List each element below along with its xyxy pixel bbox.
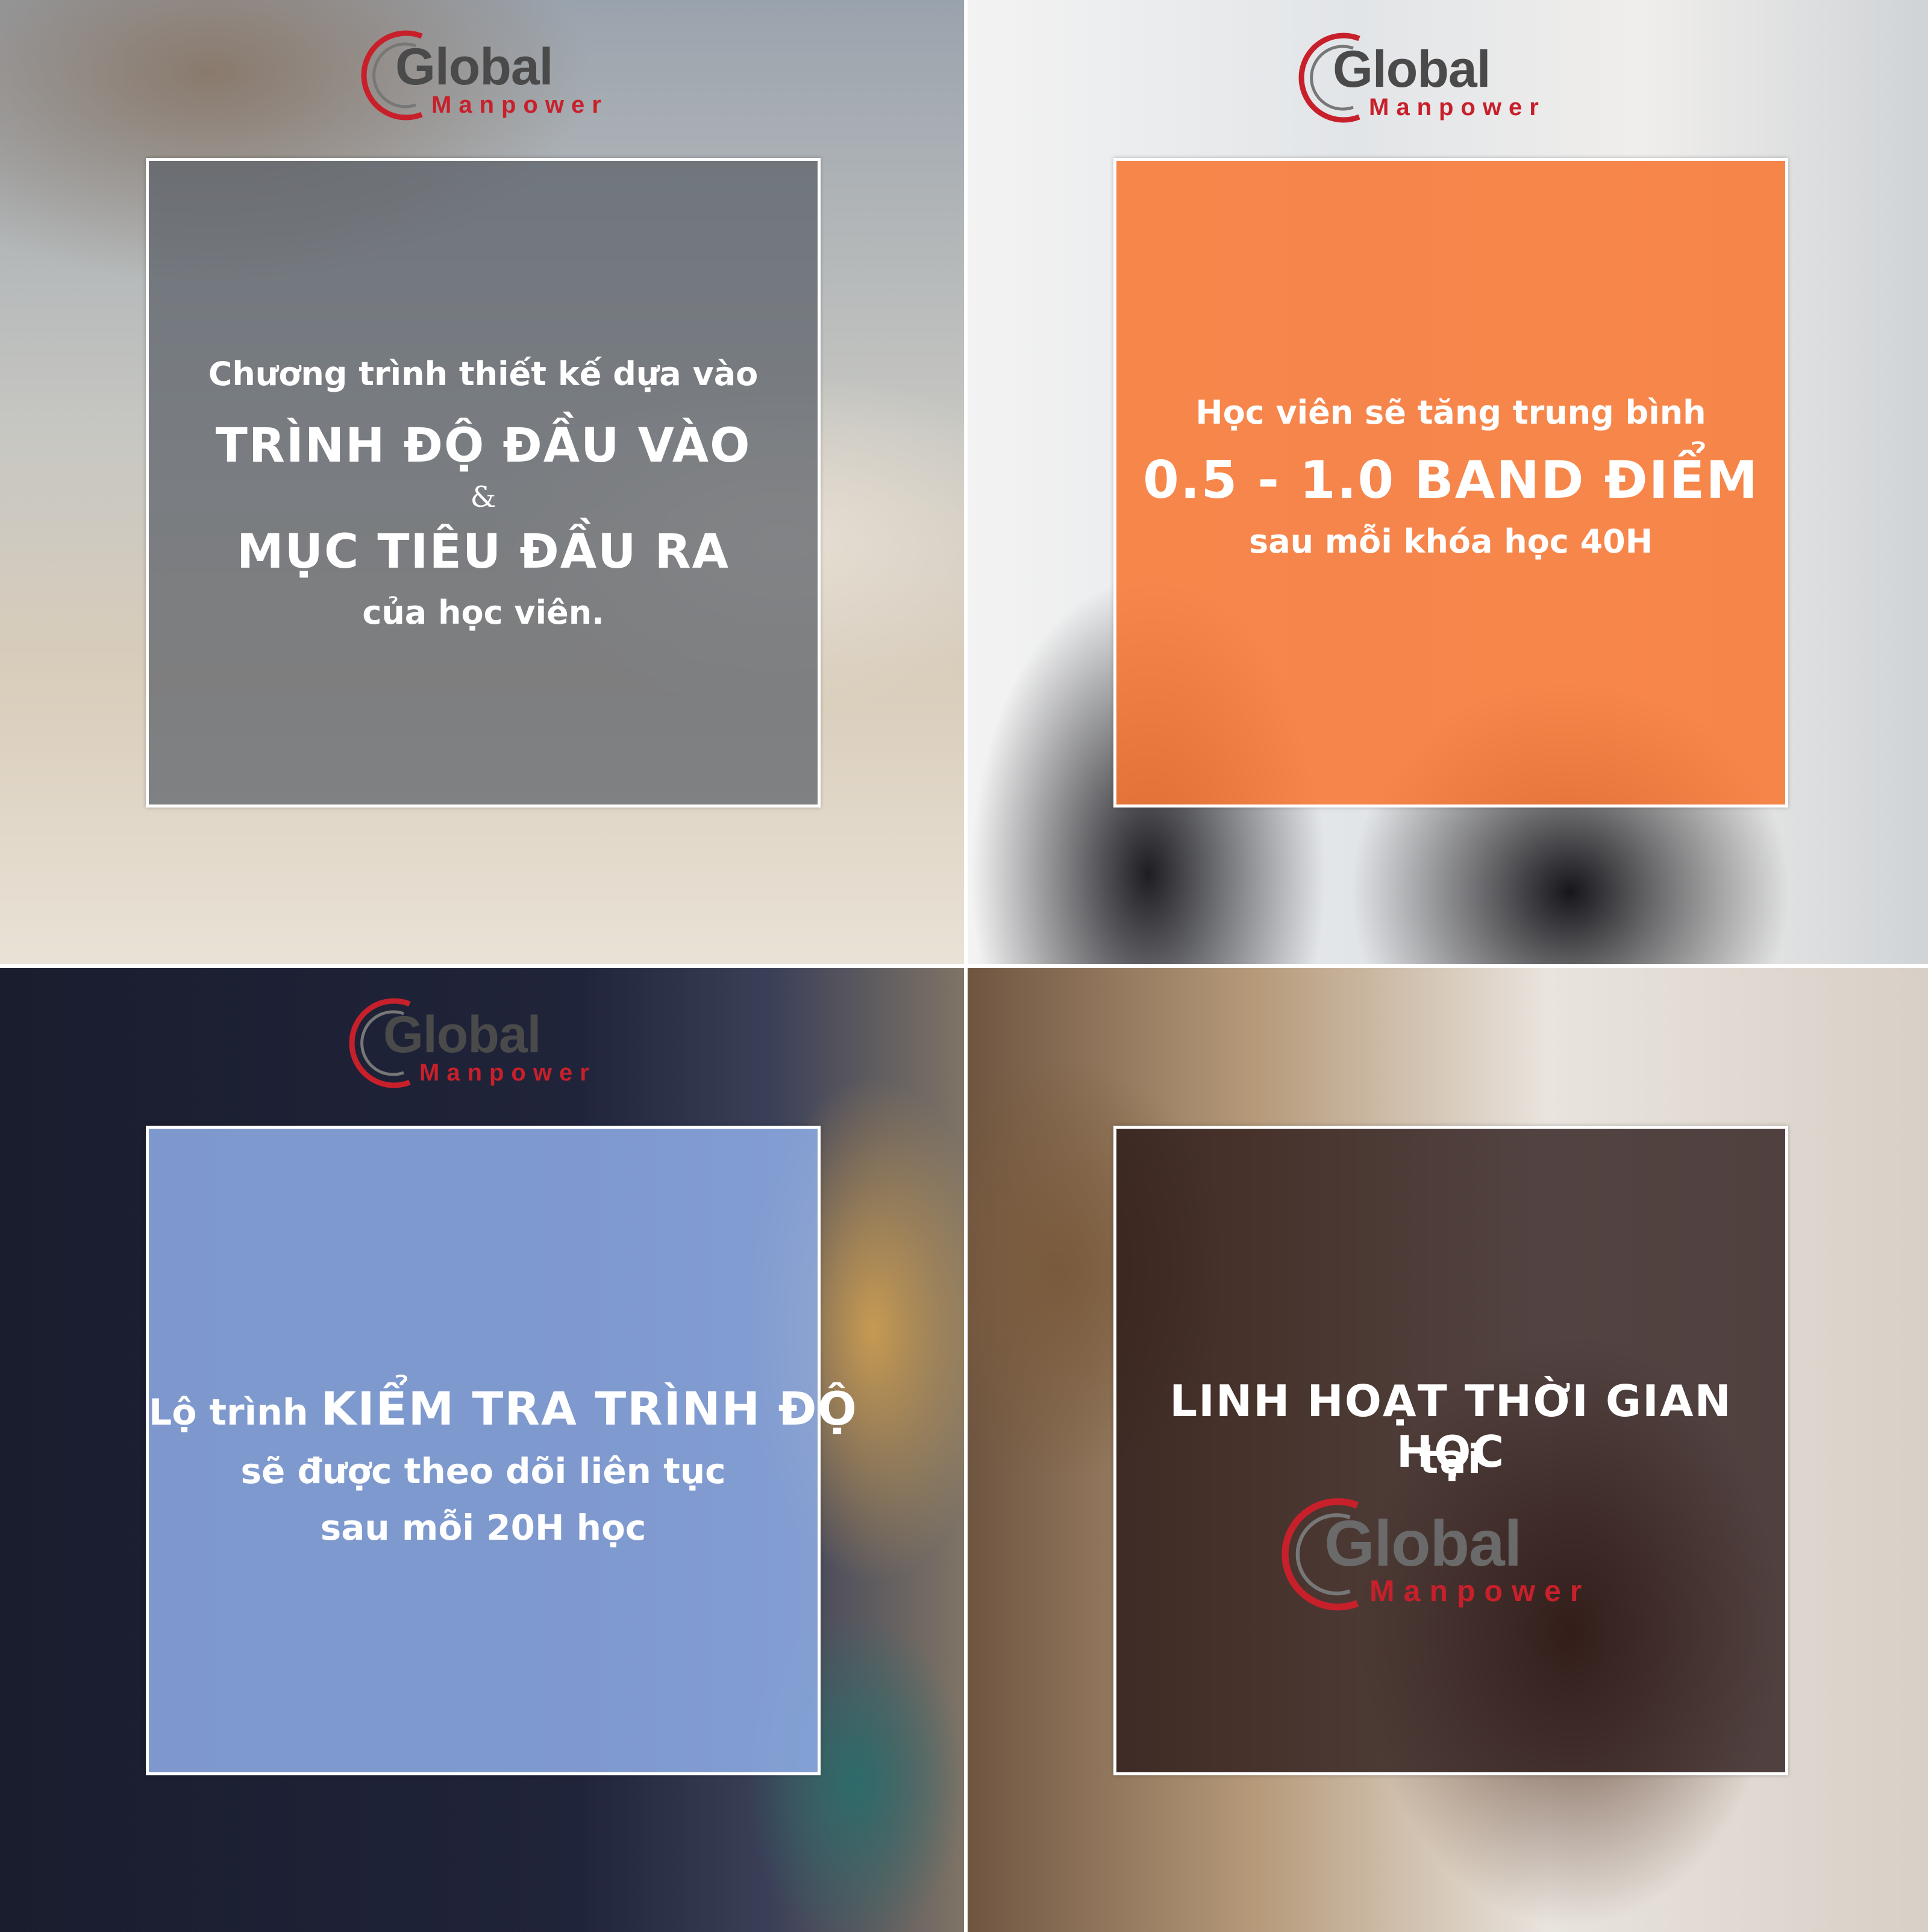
outro-text: sau mỗi khóa học 40H xyxy=(1249,522,1653,560)
emphasis-text-1: TRÌNH ĐỘ ĐẦU VÀO xyxy=(215,419,751,473)
global-manpower-logo: Global Manpower xyxy=(337,992,651,1094)
intro-text: Học viên sẽ tăng trung bình xyxy=(1195,394,1706,431)
global-manpower-logo: Global Manpower xyxy=(1287,27,1600,129)
outro-text: của học viên. xyxy=(362,594,604,632)
line-3: sau mỗi 20H học xyxy=(320,1507,646,1548)
emphasis-text: KIỂM TRA TRÌNH ĐỘ xyxy=(321,1382,858,1435)
emphasis-text: 0.5 - 1.0 BAND ĐIỂM xyxy=(1142,450,1759,510)
prefix-text: Lộ trình xyxy=(149,1391,321,1434)
logo-wordmark: Global xyxy=(383,1006,542,1064)
line-1: Lộ trình KIỂM TRA TRÌNH ĐỘ xyxy=(149,1382,857,1435)
line-2: tại xyxy=(1419,1436,1483,1482)
global-manpower-logo: Global Manpower xyxy=(1267,1490,1659,1619)
global-manpower-logo: Global Manpower xyxy=(349,24,663,127)
logo-wordmark: Global xyxy=(1324,1507,1522,1580)
intro-text: Chương trình thiết kế dựa vào xyxy=(208,355,759,393)
card-flexible-time: LINH HOẠT THỜI GIAN HỌC tại Global Manpo… xyxy=(968,968,1928,1932)
logo-tagline: Manpower xyxy=(419,1059,596,1086)
logo-wordmark: Global xyxy=(1333,40,1491,98)
card-entry-level: Global Manpower Chương trình thiết kế dự… xyxy=(0,0,964,964)
text-panel: Lộ trình KIỂM TRA TRÌNH ĐỘ sẽ được theo … xyxy=(146,1126,857,1775)
text-panel: LINH HOẠT THỜI GIAN HỌC tại Global Manpo… xyxy=(1113,1126,1788,1775)
logo-tagline: Manpower xyxy=(431,92,609,118)
text-panel: Chương trình thiết kế dựa vào TRÌNH ĐỘ Đ… xyxy=(146,158,821,808)
card-band-increase: Global Manpower Học viên sẽ tăng trung b… xyxy=(968,0,1928,964)
logo-wordmark: Global xyxy=(395,38,554,96)
connector-text: & xyxy=(470,480,496,514)
infographic-grid: Global Manpower Chương trình thiết kế dự… xyxy=(0,0,1928,1932)
line-2: sẽ được theo dõi liên tục xyxy=(240,1451,726,1491)
text-panel: Học viên sẽ tăng trung bình 0.5 - 1.0 BA… xyxy=(1113,158,1788,808)
logo-tagline: Manpower xyxy=(1369,1575,1591,1608)
card-level-check: Global Manpower Lộ trình KIỂM TRA TRÌNH … xyxy=(0,968,964,1932)
logo-tagline: Manpower xyxy=(1369,94,1546,121)
emphasis-text-2: MỤC TIÊU ĐẦU RA xyxy=(237,525,730,579)
